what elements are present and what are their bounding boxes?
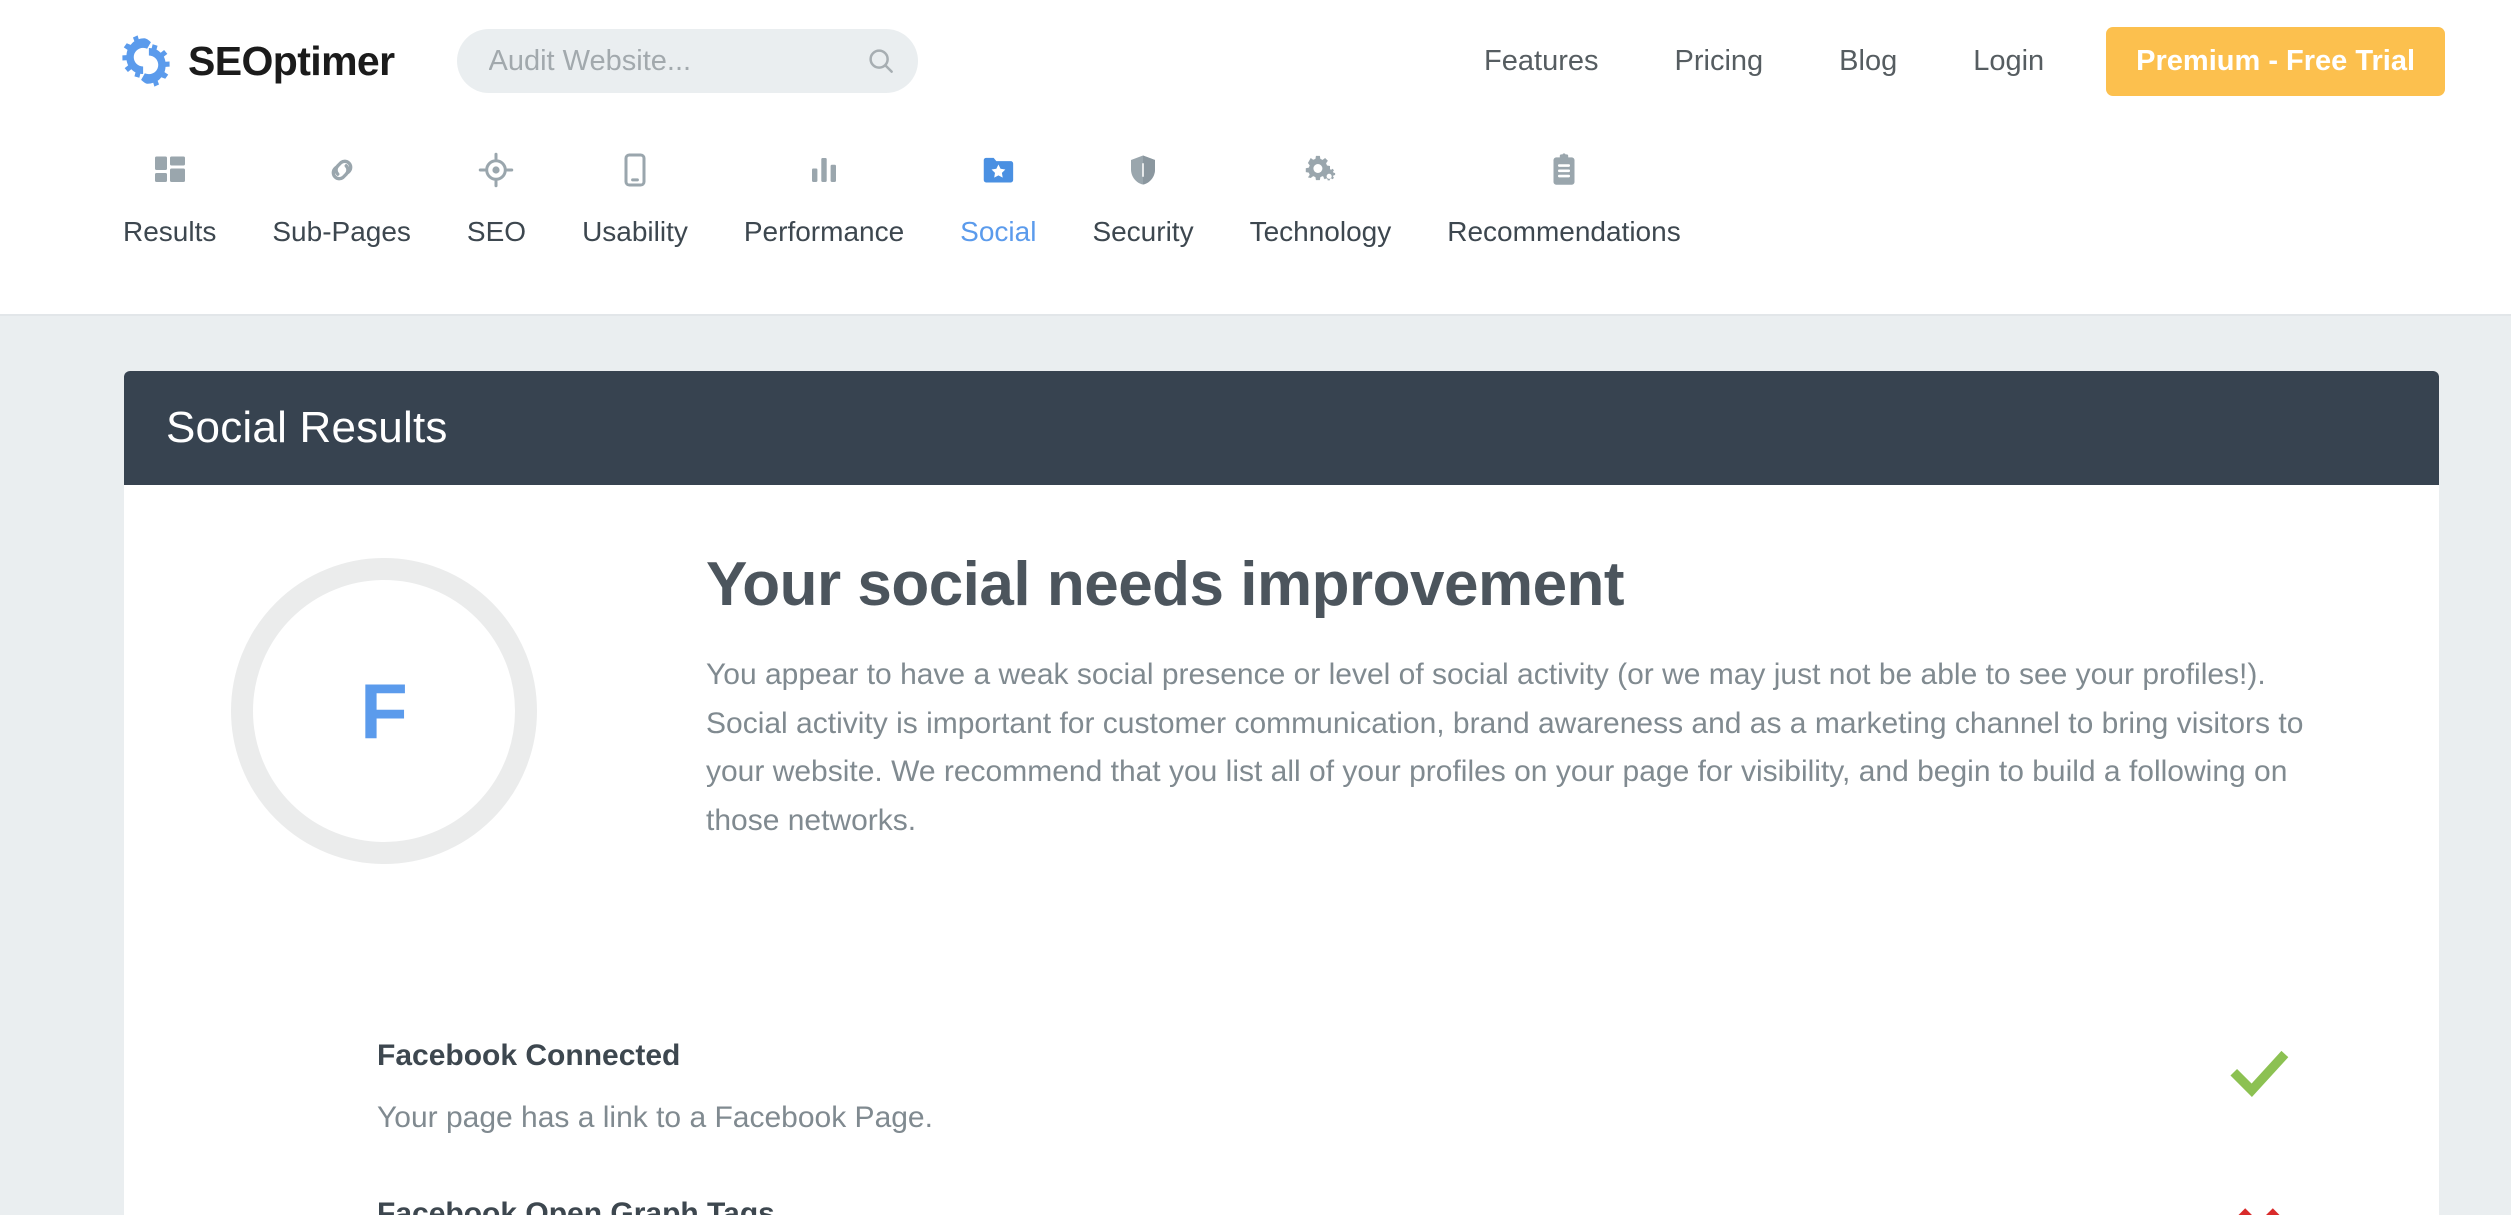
red-cross-icon bbox=[2231, 1201, 2287, 1215]
star-folder-icon bbox=[980, 146, 1016, 194]
target-icon bbox=[478, 146, 514, 194]
summary-title: Your social needs improvement bbox=[706, 550, 1625, 619]
score-summary: F Your social needs improvement You appe… bbox=[182, 537, 2379, 864]
status-badge bbox=[2209, 1039, 2319, 1110]
nav-item-blog[interactable]: Blog bbox=[1801, 45, 1935, 78]
card-body: F Your social needs improvement You appe… bbox=[124, 485, 2439, 1215]
card-header: Social Results bbox=[124, 371, 2439, 485]
tab-label-performance: Performance bbox=[743, 216, 905, 247]
main-navigation: Features Pricing Blog Login Premium - Fr… bbox=[1446, 26, 2445, 96]
status-badge bbox=[2209, 1197, 2319, 1215]
site-header: SEOptimer Features Pricing Blog Login Pr… bbox=[0, 0, 2511, 122]
mobile-phone-icon bbox=[617, 146, 653, 194]
check-title: Facebook Connected bbox=[377, 1039, 681, 1072]
tab-label-sub-pages: Sub-Pages bbox=[272, 216, 411, 247]
tab-recommendations[interactable]: Recommendations bbox=[1419, 146, 1708, 248]
check-list: Facebook Connected Your page has a link … bbox=[182, 864, 2379, 1215]
check-copy: Facebook Open Graph Tags bbox=[222, 1197, 775, 1215]
check-copy: Facebook Connected Your page has a link … bbox=[222, 1039, 933, 1135]
tab-sub-pages[interactable]: Sub-Pages bbox=[244, 146, 439, 248]
gear-logo-icon bbox=[118, 33, 174, 89]
green-check-icon bbox=[2228, 1043, 2290, 1110]
tab-security[interactable]: Security bbox=[1064, 146, 1221, 248]
search-icon[interactable] bbox=[866, 46, 896, 76]
tab-usability[interactable]: Usability bbox=[554, 146, 716, 248]
tab-label-seo: SEO bbox=[466, 216, 527, 247]
check-description: Your page has a link to a Facebook Page. bbox=[377, 1101, 933, 1134]
nav-item-features[interactable]: Features bbox=[1446, 45, 1636, 78]
brand-name: SEOptimer bbox=[188, 37, 395, 84]
search-input[interactable] bbox=[488, 44, 866, 78]
tab-label-security: Security bbox=[1092, 216, 1194, 247]
link-chain-icon bbox=[324, 146, 360, 194]
tab-label-social: Social bbox=[960, 216, 1037, 247]
brand-logo[interactable]: SEOptimer bbox=[118, 33, 395, 89]
dashboard-grid-icon bbox=[152, 146, 188, 194]
nav-item-pricing[interactable]: Pricing bbox=[1637, 45, 1802, 78]
page-title: Social Results bbox=[166, 403, 448, 452]
tab-label-recommendations: Recommendations bbox=[1447, 216, 1681, 247]
gears-icon bbox=[1302, 146, 1338, 194]
summary-paragraph: You appear to have a weak social presenc… bbox=[706, 658, 2304, 837]
tab-seo[interactable]: SEO bbox=[439, 146, 554, 248]
tab-label-usability: Usability bbox=[582, 216, 688, 247]
grade-ring: F bbox=[231, 558, 537, 864]
tab-social[interactable]: Social bbox=[932, 146, 1064, 248]
audit-section-tabs: Results Sub-Pages SEO Usability Performa… bbox=[0, 122, 2511, 316]
nav-item-login[interactable]: Login bbox=[1935, 45, 2082, 78]
shield-icon bbox=[1125, 146, 1161, 194]
grade-letter: F bbox=[360, 667, 408, 755]
check-title: Facebook Open Graph Tags bbox=[377, 1197, 775, 1215]
clipboard-icon bbox=[1546, 146, 1582, 194]
check-item: Facebook Open Graph Tags bbox=[222, 1197, 2319, 1215]
social-results-card: Social Results F Your social needs impro… bbox=[124, 371, 2439, 1215]
bar-chart-icon bbox=[806, 146, 842, 194]
summary-text: Your social needs improvement You appear… bbox=[706, 537, 2336, 845]
tab-label-technology: Technology bbox=[1249, 216, 1392, 247]
premium-free-trial-button[interactable]: Premium - Free Trial bbox=[2106, 26, 2445, 96]
tab-label-results: Results bbox=[123, 216, 217, 247]
check-item: Facebook Connected Your page has a link … bbox=[222, 1039, 2319, 1135]
tab-technology[interactable]: Technology bbox=[1222, 146, 1420, 248]
tab-results[interactable]: Results bbox=[95, 146, 244, 248]
audit-search-box[interactable] bbox=[456, 29, 918, 93]
page-content: Social Results F Your social needs impro… bbox=[0, 316, 2511, 1215]
tab-performance[interactable]: Performance bbox=[716, 146, 932, 248]
